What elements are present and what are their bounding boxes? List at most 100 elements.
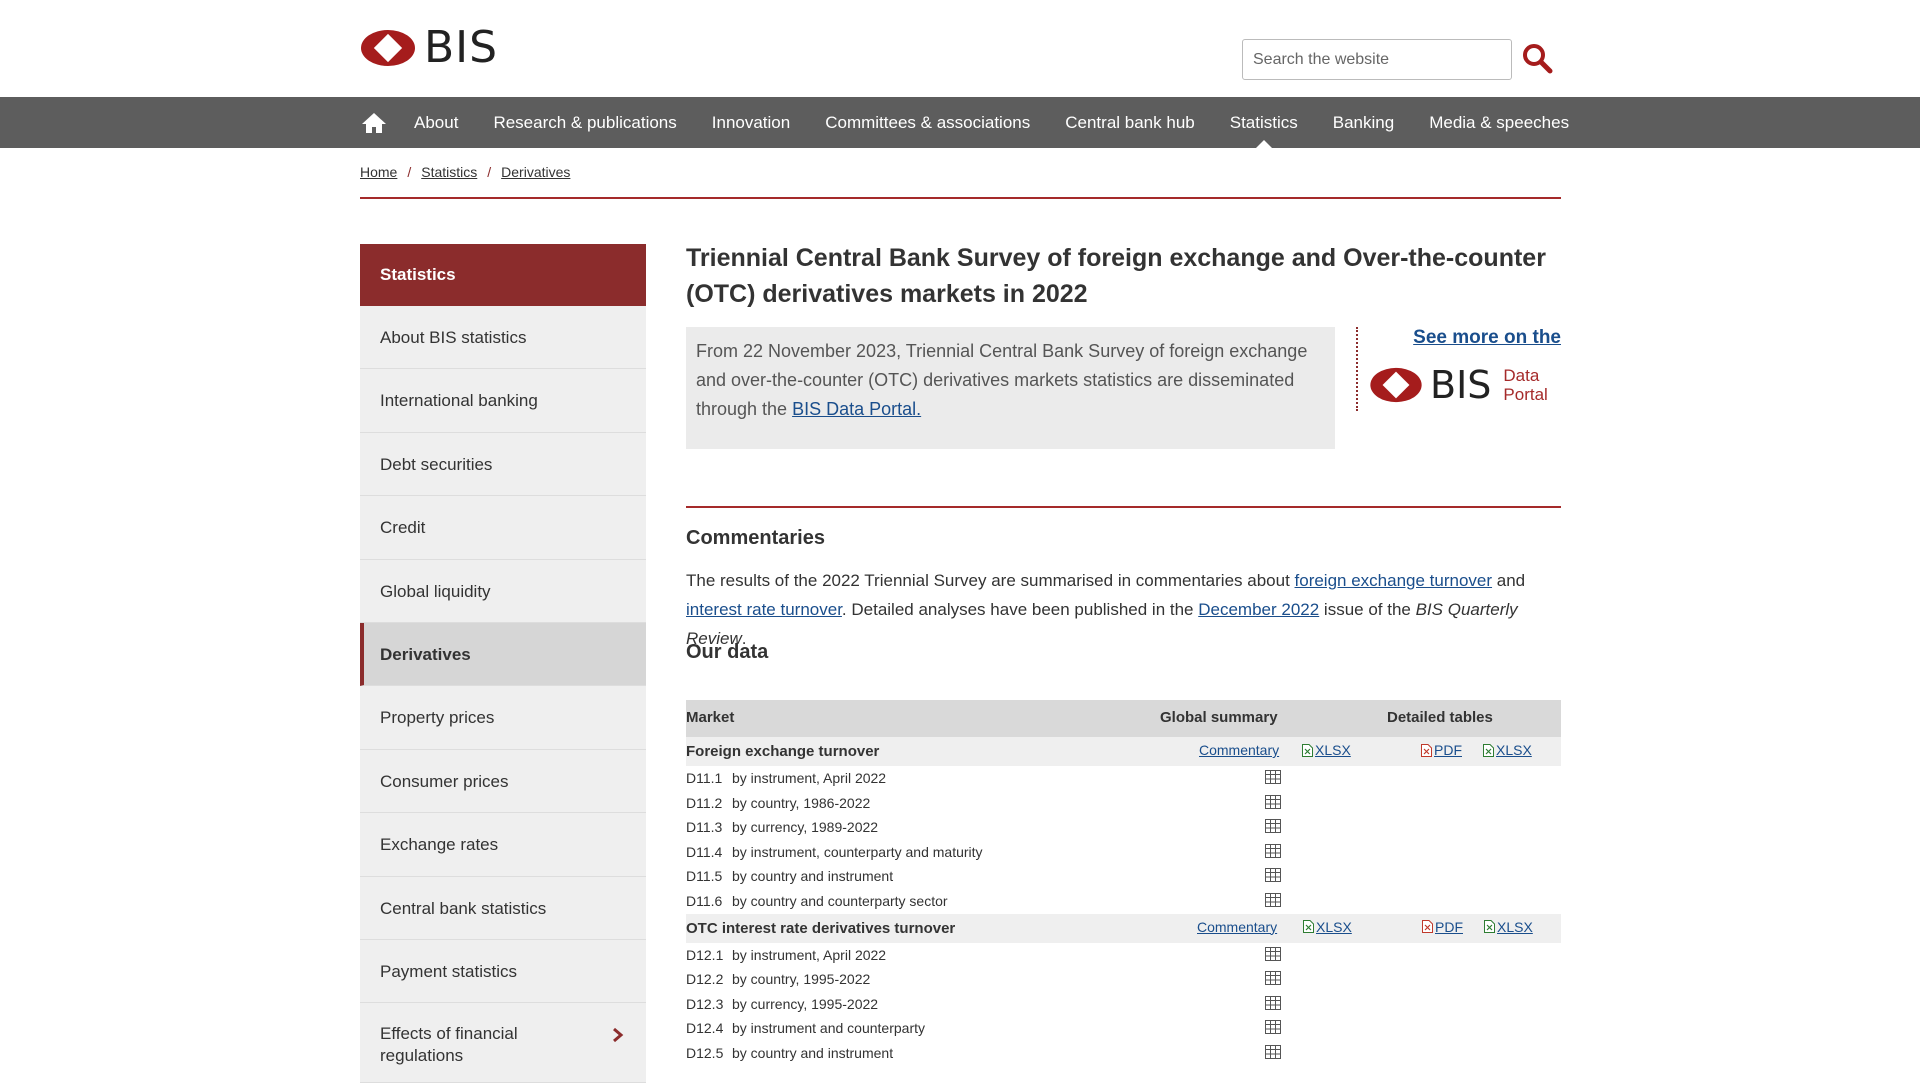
fx-turnover-link[interactable]: foreign exchange turnover (1295, 571, 1493, 590)
sidebar-item-payment-statistics[interactable]: Payment statistics (360, 939, 646, 1004)
nav-item-central-bank-hub[interactable]: Central bank hub (1065, 97, 1194, 148)
search-input[interactable] (1242, 39, 1512, 80)
search-icon (1523, 44, 1553, 74)
view-table-link[interactable] (1265, 995, 1281, 1010)
commentaries-text-3: issue of the (1319, 600, 1416, 619)
pdf-file-icon (1422, 920, 1433, 934)
view-table-link[interactable] (1265, 892, 1281, 907)
commentary-link-label: Commentary (1197, 918, 1278, 935)
breadcrumb-link-home[interactable]: Home (360, 164, 397, 180)
detailed-xlsx-link-label: XLSX (1496, 742, 1532, 758)
home-nav-link[interactable] (360, 111, 388, 135)
table-icon (1265, 843, 1281, 858)
sidebar-item-exchange-rates[interactable]: Exchange rates (360, 813, 646, 877)
table-icon (1265, 868, 1281, 883)
bis-logo-mark (1370, 367, 1422, 403)
view-table-link[interactable] (1265, 843, 1281, 858)
breadcrumb-link-statistics[interactable]: Statistics (421, 164, 477, 180)
global-xlsx-link-label: XLSX (1316, 918, 1352, 935)
nav-item-committees-associations[interactable]: Committees & associations (825, 97, 1030, 148)
ir-turnover-link[interactable]: interest rate turnover (686, 600, 842, 619)
detailed-pdf-link-label: PDF (1434, 742, 1462, 758)
sidebar-heading[interactable]: Statistics (360, 244, 646, 316)
data-portal-logo[interactable]: BIS Data Portal (1368, 365, 1548, 405)
detailed-pdf-link[interactable]: PDF (1421, 742, 1462, 758)
portal-bis-text: BIS (1430, 363, 1492, 407)
view-table-link[interactable] (1265, 1020, 1281, 1035)
sidebar-item-global-liquidity[interactable]: Global liquidity (360, 559, 646, 623)
sidebar-item-label: Effects of financial regulations (380, 1024, 518, 1066)
sidebar-item-debt-securities[interactable]: Debt securities (360, 432, 646, 497)
global-xlsx-link[interactable]: XLSX (1302, 742, 1351, 758)
commentary-link[interactable]: Commentary (1197, 919, 1277, 935)
row-description: by instrument, April 2022 (732, 946, 887, 963)
bis-logo[interactable]: BIS (360, 26, 498, 70)
group-name: Foreign exchange turnover (686, 743, 880, 760)
table-row: D12.5 by country and instrument (686, 1041, 1561, 1066)
view-table-link[interactable] (1265, 770, 1281, 784)
sidebar-item-effects-of-financial-regulations[interactable]: Effects of financial regulations (360, 1003, 646, 1083)
global-xlsx-link[interactable]: XLSX (1303, 919, 1352, 935)
bis-logo-mark (361, 30, 415, 66)
nav-item-media-speeches[interactable]: Media & speeches (1429, 97, 1569, 148)
commentaries-heading: Commentaries (686, 527, 825, 549)
detailed-xlsx-link[interactable]: XLSX (1483, 742, 1532, 758)
nav-item-statistics[interactable]: Statistics (1230, 97, 1298, 148)
nav-item-research-publications[interactable]: Research & publications (493, 97, 676, 148)
our-data-heading: Our data (686, 641, 769, 663)
row-code: D11.3 (686, 819, 723, 836)
table-icon (1265, 892, 1281, 907)
sidebar-item-label: Credit (380, 518, 426, 538)
sidebar-item-about-bis-statistics[interactable]: About BIS statistics (360, 306, 646, 370)
table-icon (1265, 770, 1281, 784)
nav-item-banking[interactable]: Banking (1333, 97, 1394, 148)
chevron-right-icon[interactable] (612, 1027, 624, 1043)
table-row: D12.4 by instrument and counterparty (686, 1016, 1561, 1041)
col-detailed-tables: Detailed tables (1387, 709, 1493, 726)
view-table-link[interactable] (1265, 946, 1281, 961)
commentary-link[interactable]: Commentary (1199, 742, 1279, 758)
nav-item-innovation[interactable]: Innovation (712, 97, 790, 148)
table-icon (1265, 794, 1281, 809)
data-portal-promo: See more on the BIS Data Portal (1356, 327, 1561, 411)
detailed-xlsx-link-label: XLSX (1497, 918, 1533, 935)
table-row: D11.4 by instrument, counterparty and mat… (686, 840, 1561, 865)
sidebar-item-derivatives[interactable]: Derivatives (360, 622, 646, 687)
row-code: D12.5 (686, 1044, 724, 1061)
view-table-link[interactable] (1265, 868, 1281, 883)
sidebar-item-property-prices[interactable]: Property prices (360, 686, 646, 750)
search-button[interactable] (1521, 42, 1553, 74)
commentary-link-label: Commentary (1199, 742, 1280, 758)
sidebar-item-credit[interactable]: Credit (360, 496, 646, 560)
view-table-link[interactable] (1265, 819, 1281, 834)
december-2022-link[interactable]: December 2022 (1198, 600, 1319, 619)
detailed-pdf-link[interactable]: PDF (1422, 919, 1463, 935)
table-row: D12.2 by country, 1995-2022 (686, 967, 1561, 992)
bis-data-portal-link[interactable]: BIS Data Portal. (792, 399, 921, 419)
view-table-link[interactable] (1265, 794, 1281, 809)
row-description: by country, 1995-2022 (732, 971, 871, 988)
breadcrumb-separator: / (407, 164, 412, 180)
sidebar-item-international-banking[interactable]: International banking (360, 369, 646, 433)
row-code: D11.1 (686, 770, 723, 786)
table-row: D11.1 by instrument, April 2022 (686, 766, 1561, 791)
breadcrumb-link-derivatives[interactable]: Derivatives (501, 164, 570, 180)
table-icon (1265, 971, 1281, 986)
notice-text: From 22 November 2023, Triennial Central… (696, 341, 1308, 419)
nav-item-about[interactable]: About (414, 97, 458, 148)
group-name: OTC interest rate derivatives turnover (686, 919, 956, 937)
page-title: Triennial Central Bank Survey of foreign… (686, 244, 1546, 308)
sidebar-item-central-bank-statistics[interactable]: Central bank statistics (360, 876, 646, 940)
view-table-link[interactable] (1265, 1044, 1281, 1059)
sidebar: Statistics About BIS statistics Internati… (360, 244, 646, 1083)
table-icon (1265, 995, 1281, 1010)
view-table-link[interactable] (1265, 971, 1281, 986)
sidebar-item-label: Property prices (380, 708, 495, 728)
col-global-summary: Global summary (1160, 709, 1278, 726)
see-more-portal-link[interactable]: See more on the (1413, 327, 1561, 349)
portal-subtitle: Data Portal (1503, 366, 1547, 404)
table-group-row: OTC interest rate derivatives turnover Co… (686, 913, 1561, 943)
detailed-xlsx-link[interactable]: XLSX (1484, 919, 1533, 935)
breadcrumb: Home / Statistics / Derivatives (360, 164, 570, 180)
sidebar-item-consumer-prices[interactable]: Consumer prices (360, 749, 646, 814)
